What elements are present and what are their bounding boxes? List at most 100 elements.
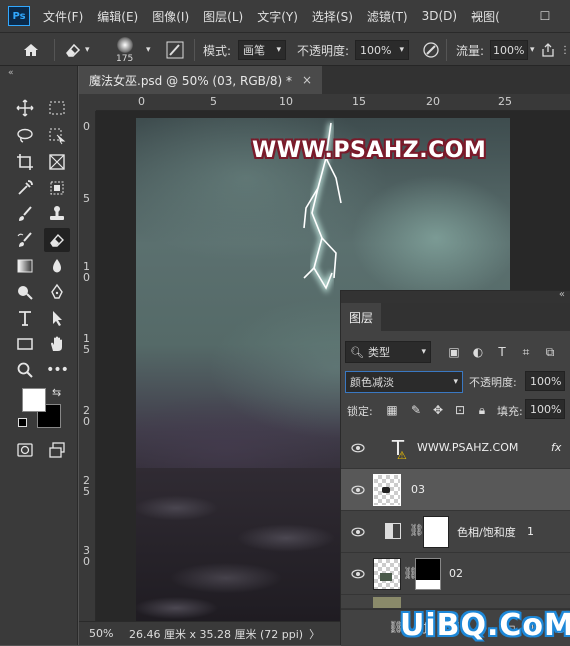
close-tab-button[interactable]: × — [302, 73, 312, 87]
brush-size-value: 175 — [116, 53, 134, 64]
menu-select[interactable]: 选择(S) — [305, 8, 360, 25]
menu-edit[interactable]: 编辑(E) — [90, 8, 145, 25]
dodge-tool[interactable] — [12, 280, 38, 304]
document-title: 魔法女巫.psd @ 50% (03, RGB/8) * — [89, 73, 293, 88]
minimize-button[interactable]: — — [462, 0, 492, 32]
crop-tool[interactable] — [12, 150, 38, 174]
eraser-tool[interactable] — [44, 228, 70, 252]
zoom-tool[interactable] — [12, 358, 38, 382]
menu-type[interactable]: 文字(Y) — [250, 8, 305, 25]
ruler-label: 0 — [138, 95, 145, 108]
layer-mask-thumbnail[interactable] — [415, 558, 441, 590]
gradient-tool[interactable] — [12, 254, 38, 278]
clone-stamp-tool[interactable] — [44, 202, 70, 226]
history-brush-tool[interactable] — [12, 228, 38, 252]
layers-tab[interactable]: 图层 — [341, 303, 381, 331]
status-arrow-icon[interactable]: 〉 — [309, 626, 320, 642]
opacity-label: 不透明度: — [297, 43, 350, 58]
brush-tool[interactable] — [12, 202, 38, 226]
lock-pixels-icon[interactable]: ✎ — [407, 401, 425, 419]
link-chain-icon[interactable]: ⛓ — [409, 523, 424, 537]
rectangle-tool[interactable] — [12, 332, 38, 356]
layer-row[interactable]: T ⚠ WWW.PSAHZ.COM fx — [341, 427, 570, 469]
marquee-tool[interactable] — [44, 96, 70, 120]
mode-value: 画笔 — [243, 44, 265, 57]
brush-icon — [19, 206, 32, 221]
menu-filter[interactable]: 滤镜(T) — [360, 8, 415, 25]
history-brush-icon — [17, 232, 32, 247]
layer-opacity-label: 不透明度: — [469, 376, 517, 389]
healing-brush-tool[interactable] — [44, 176, 70, 200]
layer-row[interactable]: ⛓ 色相/饱和度 1 — [341, 511, 570, 553]
visibility-eye-icon[interactable] — [351, 483, 365, 497]
eraser-preset-picker[interactable]: ▾ — [64, 33, 90, 67]
lasso-tool[interactable] — [12, 124, 38, 148]
menu-3d[interactable]: 3D(D) — [415, 9, 464, 23]
edit-toolbar-button[interactable]: ••• — [44, 358, 70, 382]
hand-tool[interactable] — [44, 332, 70, 356]
move-tool[interactable] — [12, 96, 38, 120]
collapse-icon[interactable]: « — [8, 68, 14, 78]
ruler-label: 1 5 — [83, 332, 90, 356]
layer-row-partial[interactable] — [341, 595, 570, 609]
layer-mask-thumbnail[interactable] — [423, 516, 449, 548]
fx-icon[interactable]: fx — [551, 441, 561, 454]
eyedropper-icon — [18, 180, 33, 195]
blend-mode-dropdown[interactable]: 颜色减淡 ▾ — [345, 371, 463, 393]
brush-panel-toggle[interactable] — [166, 33, 184, 67]
filter-type-icon[interactable]: T — [493, 343, 511, 361]
zoom-level[interactable]: 50% — [89, 627, 129, 640]
flow-input[interactable]: 100% — [490, 40, 528, 60]
menu-image[interactable]: 图像(I) — [145, 8, 196, 25]
share-button[interactable] — [540, 33, 556, 67]
maximize-button[interactable]: ☐ — [530, 0, 560, 32]
path-selection-tool[interactable] — [44, 306, 70, 330]
layer-row-selected[interactable]: 03 — [341, 469, 570, 511]
swap-colors-icon[interactable]: ⇆ — [52, 386, 61, 399]
frame-tool[interactable] — [44, 150, 70, 174]
lock-transparency-icon[interactable]: ▦ — [383, 401, 401, 419]
pen-tool[interactable] — [44, 280, 70, 304]
quick-mask-button[interactable] — [12, 438, 38, 462]
filter-kind-value: 类型 — [367, 346, 390, 359]
filter-pixel-icon[interactable]: ▣ — [445, 343, 463, 361]
brush-size-picker[interactable]: 175 — [116, 33, 133, 67]
vertical-ruler: 0 5 1 0 1 5 2 0 2 5 3 0 — [79, 111, 96, 621]
home-button[interactable] — [22, 33, 40, 67]
visibility-eye-icon[interactable] — [351, 441, 365, 455]
lock-position-icon[interactable]: ✥ — [429, 401, 447, 419]
layer-opacity-input[interactable]: 100% — [525, 371, 565, 391]
filter-smart-object-icon[interactable]: ⧉ — [541, 343, 559, 361]
filter-shape-icon[interactable]: ⌗ — [517, 343, 535, 361]
opacity-input[interactable]: 100% ▾ — [355, 40, 409, 60]
chevron-down-icon[interactable]: ▾ — [530, 33, 535, 67]
eyedropper-tool[interactable] — [12, 176, 38, 200]
menu-file[interactable]: 文件(F) — [36, 8, 90, 25]
visibility-eye-icon[interactable] — [351, 525, 365, 539]
fill-input[interactable]: 100% — [525, 399, 565, 419]
document-tab[interactable]: 魔法女巫.psd @ 50% (03, RGB/8) * × — [79, 66, 323, 94]
chevron-down-icon[interactable]: ▾ — [146, 33, 151, 67]
filter-adjustment-icon[interactable]: ◐ — [469, 343, 487, 361]
photoshop-logo: Ps — [8, 6, 30, 26]
default-colors-icon[interactable] — [18, 418, 27, 427]
lock-artboard-icon[interactable]: ⊡ — [451, 401, 469, 419]
pressure-opacity-button[interactable] — [422, 33, 440, 67]
ruler-label: 25 — [498, 95, 512, 108]
collapse-icon[interactable]: « — [559, 289, 565, 300]
menu-layer[interactable]: 图层(L) — [196, 8, 250, 25]
more-icon[interactable]: ⋮ — [560, 33, 570, 67]
layer-filter-dropdown[interactable]: 🔍︎ 类型 ▾ — [345, 341, 431, 363]
object-selection-tool[interactable] — [44, 124, 70, 148]
lock-all-icon[interactable]: 🔒︎ — [473, 401, 491, 419]
type-tool[interactable] — [12, 306, 38, 330]
screen-mode-button[interactable] — [44, 438, 70, 462]
layer-row[interactable]: ⛓ 02 — [341, 553, 570, 595]
foreground-color-swatch[interactable] — [22, 388, 46, 412]
menu-bar: Ps 文件(F) 编辑(E) 图像(I) 图层(L) 文字(Y) 选择(S) 滤… — [0, 0, 570, 32]
blur-tool[interactable] — [44, 254, 70, 278]
ruler-label: 15 — [352, 95, 366, 108]
visibility-eye-icon[interactable] — [351, 567, 365, 581]
mode-dropdown[interactable]: 画笔 ▾ — [238, 40, 286, 60]
ruler-origin[interactable] — [79, 94, 96, 111]
